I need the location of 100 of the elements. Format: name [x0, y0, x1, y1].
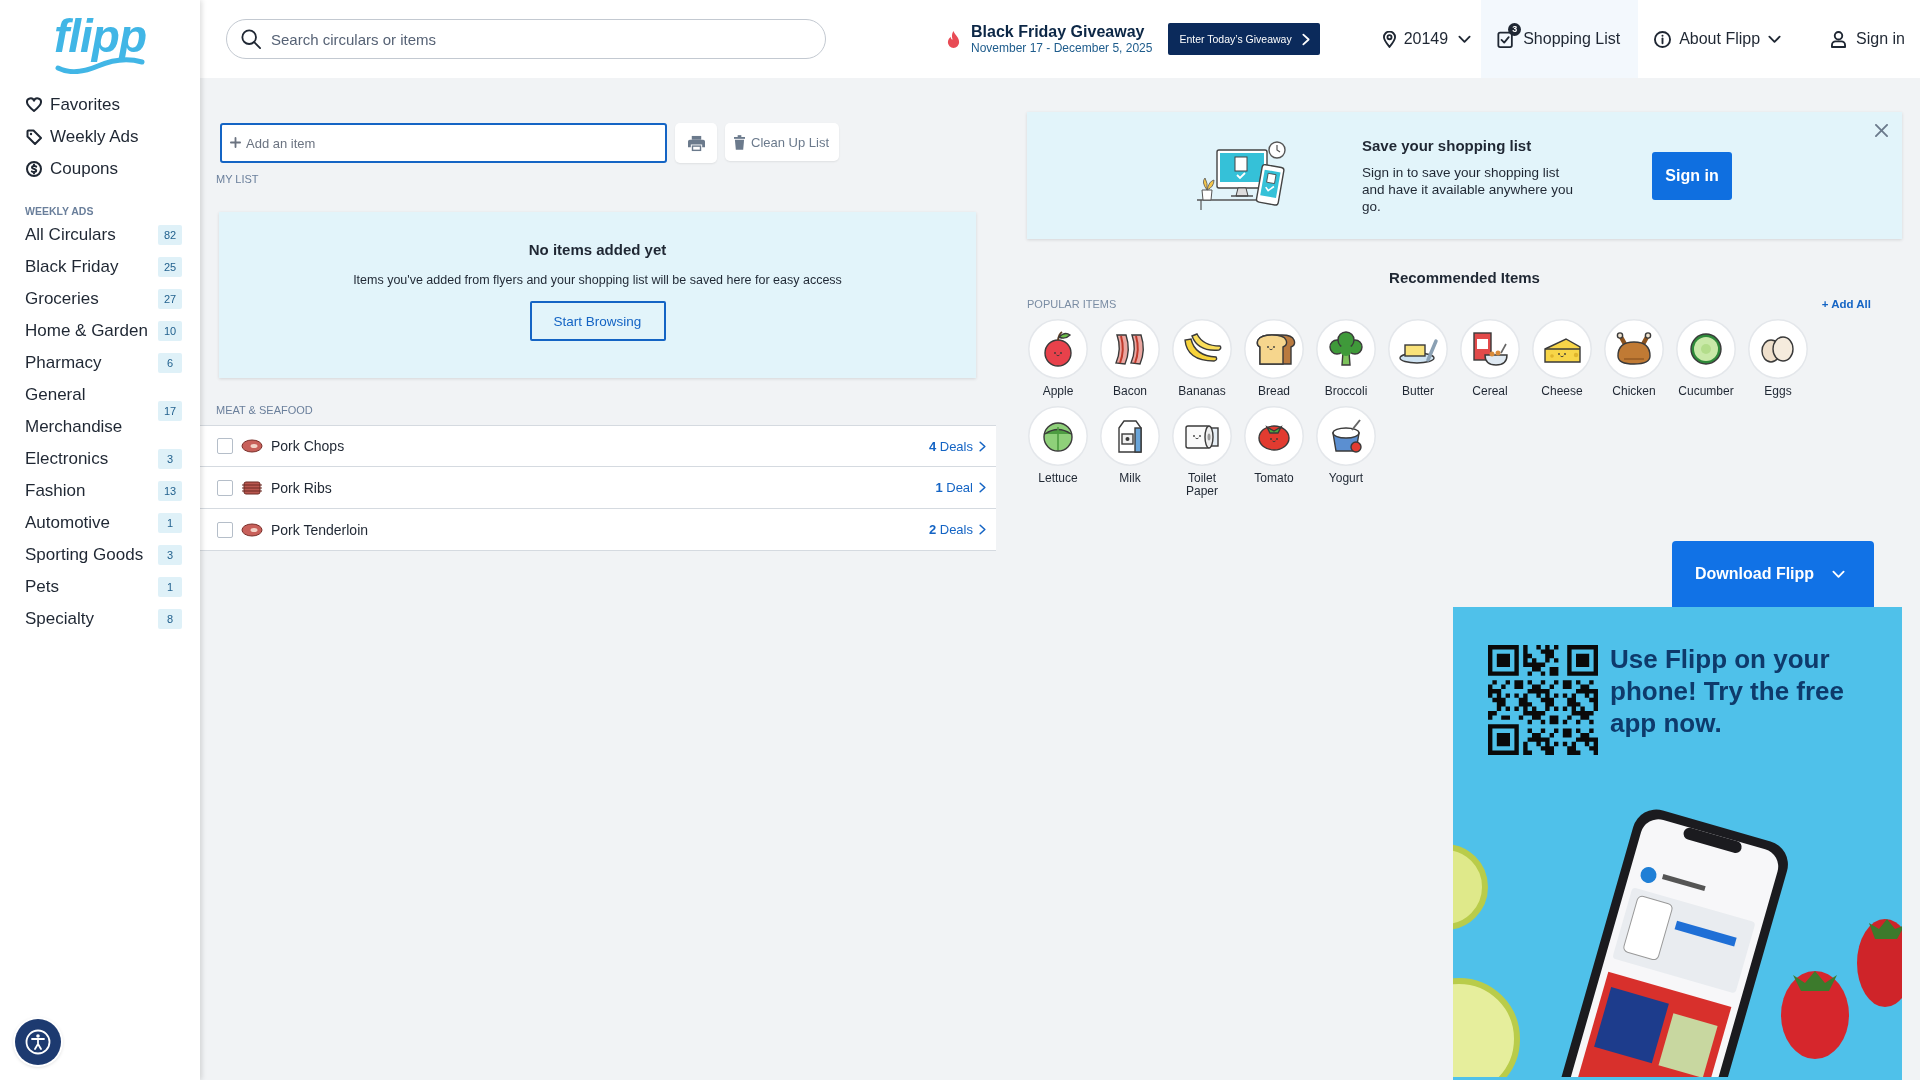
category-link[interactable]: Groceries 27: [0, 283, 200, 315]
section-label: MEAT & SEAFOOD: [215, 403, 313, 418]
category-link[interactable]: Sporting Goods 3: [0, 539, 200, 571]
count-badge: 27: [158, 289, 182, 309]
app-promo-headline: Use Flipp on your phone! Try the free app now.: [1610, 643, 1846, 739]
sidebar-link[interactable]: Coupons: [0, 153, 200, 185]
checkbox[interactable]: [217, 521, 233, 538]
sidebar-link[interactable]: Weekly Ads: [0, 121, 200, 153]
item-name: Pork Chops: [271, 438, 345, 454]
count-badge: 3: [158, 449, 182, 469]
empty-state-title: No items added yet: [528, 240, 667, 260]
popular-item[interactable]: Lettuce: [1028, 406, 1088, 498]
chevron-down-icon: [1458, 34, 1472, 44]
close-icon: [1875, 124, 1888, 137]
tag-icon: [26, 129, 42, 145]
count-badge: 13: [158, 481, 182, 501]
category-link[interactable]: Automotive 1: [0, 507, 200, 539]
qr-code-icon: [1488, 645, 1598, 755]
checkbox[interactable]: [217, 438, 233, 454]
download-app-button[interactable]: Download Flipp: [1672, 541, 1874, 607]
popular-item[interactable]: Cereal: [1460, 319, 1520, 398]
popular-item[interactable]: Apple: [1028, 319, 1088, 398]
category-link[interactable]: Fashion 13: [0, 475, 200, 507]
section-label: WEEKLY ADS: [25, 204, 94, 219]
location-selector[interactable]: 20149: [1372, 0, 1482, 78]
about-menu[interactable]: About Flipp: [1638, 0, 1800, 78]
popular-item[interactable]: Broccoli: [1316, 319, 1376, 398]
checkbox[interactable]: [217, 479, 233, 496]
butter-icon: [1388, 319, 1448, 379]
category-link[interactable]: Pharmacy 6: [0, 347, 200, 379]
accessibility-icon: [25, 1029, 51, 1055]
add-item-field[interactable]: Add an item: [220, 123, 667, 163]
tomato-icon: [1244, 406, 1304, 466]
category-link[interactable]: Black Friday 25: [0, 251, 200, 283]
steak-icon: [241, 439, 263, 453]
item-name: Pork Ribs: [271, 479, 332, 496]
recommended-title: Recommended Items: [1389, 269, 1540, 287]
popular-item[interactable]: Tomato: [1244, 406, 1304, 498]
cucumber-icon: [1676, 319, 1736, 379]
category-link[interactable]: All Circulars 82: [0, 219, 200, 251]
count-badge: 25: [158, 257, 182, 277]
cereal-icon: [1460, 319, 1520, 379]
popular-item[interactable]: Cucumber: [1676, 319, 1736, 398]
category-link[interactable]: Specialty 8: [0, 603, 200, 635]
empty-state-message: Items you've added from flyers and your shopping list will be saved here for easy access: [353, 272, 842, 288]
shopping-list-tab[interactable]: 3 Shopping List: [1481, 0, 1639, 78]
sign-in-link[interactable]: Sign in: [1831, 0, 1905, 78]
category-link[interactable]: Home & Garden 10: [0, 315, 200, 347]
giveaway-button[interactable]: Enter Today’s Giveaway: [1168, 23, 1320, 55]
popular-item[interactable]: Milk: [1100, 406, 1160, 498]
deals-link[interactable]: 1 Deal: [935, 480, 986, 495]
item-count-badge: 3: [1508, 23, 1522, 36]
popular-item[interactable]: Cheese: [1532, 319, 1592, 398]
add-all-link[interactable]: + Add All: [1821, 298, 1871, 310]
category-link[interactable]: General Merchandise 17: [0, 379, 200, 443]
popular-item[interactable]: Yogurt: [1316, 406, 1376, 498]
deals-link[interactable]: 2 Deals: [928, 522, 986, 537]
flame-icon: [946, 29, 961, 49]
popular-item[interactable]: Butter: [1388, 319, 1448, 398]
clipboard-check-icon: [1497, 30, 1516, 48]
roast-chicken-icon: [1604, 319, 1664, 379]
count-badge: 1: [158, 513, 182, 533]
count-badge: 82: [158, 225, 182, 245]
user-icon: [1831, 30, 1847, 48]
chevron-right-icon: [979, 440, 986, 452]
deals-link[interactable]: 4 Deals: [928, 438, 986, 454]
chevron-right-icon: [1301, 32, 1310, 46]
lettuce-icon: [1028, 406, 1088, 466]
apple-icon: [1028, 319, 1088, 379]
bread-icon: [1244, 319, 1304, 379]
popular-item[interactable]: Toilet Paper: [1172, 406, 1232, 498]
popular-item[interactable]: Eggs: [1748, 319, 1808, 398]
giveaway-title: Black Friday Giveaway: [971, 22, 1146, 41]
sidebar-link[interactable]: Favorites: [0, 89, 200, 121]
banner-title: Save your shopping list: [1362, 136, 1533, 156]
chevron-down-icon: [1832, 569, 1845, 579]
steak-icon: [241, 522, 263, 537]
bacon-icon: [1100, 319, 1160, 379]
popular-item[interactable]: Bread: [1244, 319, 1304, 398]
milk-carton-icon: [1100, 406, 1160, 466]
category-link[interactable]: Pets 1: [0, 571, 200, 603]
start-browsing-button[interactable]: Start Browsing: [529, 301, 666, 341]
heart-icon: [26, 97, 42, 113]
count-badge: 10: [158, 321, 182, 341]
printer-icon: [686, 134, 706, 152]
sign-in-button[interactable]: Sign in: [1652, 151, 1732, 200]
location-pin-icon: [1382, 30, 1396, 48]
popular-item[interactable]: Chicken: [1604, 319, 1664, 398]
popular-item[interactable]: Bananas: [1172, 319, 1232, 398]
count-badge: 3: [158, 545, 182, 565]
search-field[interactable]: Search circulars or items: [226, 19, 826, 59]
dollar-coin-icon: [26, 161, 42, 177]
category-link[interactable]: Electronics 3: [0, 443, 200, 475]
close-button[interactable]: [1875, 124, 1888, 137]
popular-item[interactable]: Bacon: [1100, 319, 1160, 398]
count-badge: 8: [158, 609, 182, 629]
eggs-icon: [1748, 319, 1808, 379]
yogurt-icon: [1316, 406, 1376, 466]
giveaway-dates: November 17 - December 5, 2025: [971, 41, 1153, 56]
accessibility-button[interactable]: [15, 1019, 61, 1065]
